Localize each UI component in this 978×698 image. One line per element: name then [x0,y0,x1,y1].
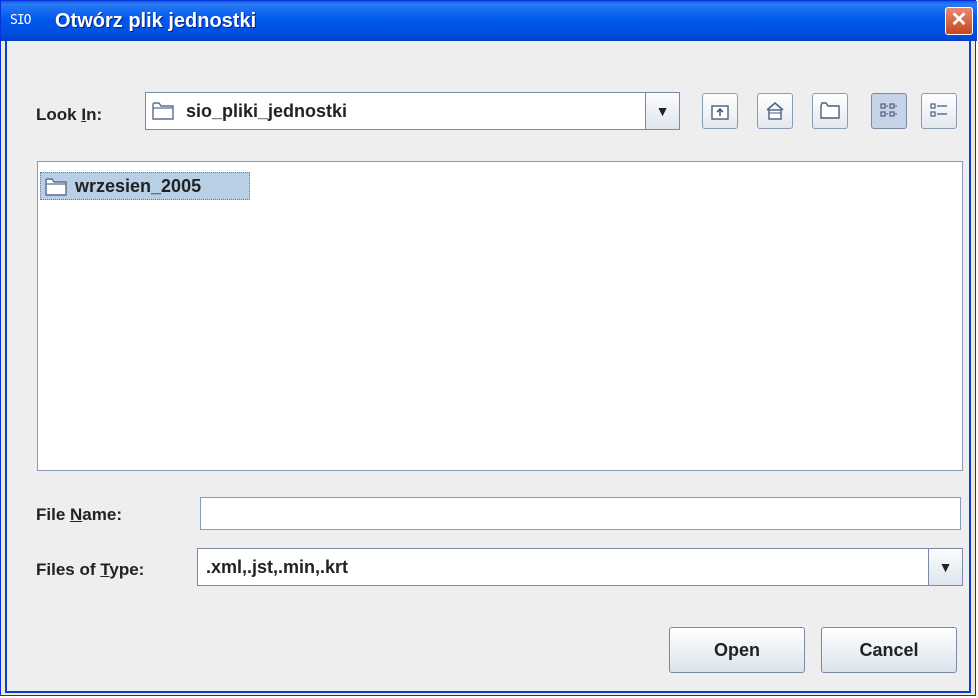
file-name-label-mnemonic: N [70,505,83,524]
look-in-dropdown-button[interactable]: ▼ [645,93,679,129]
list-item[interactable]: wrzesien_2005 [40,172,250,200]
close-icon: ✕ [950,9,968,31]
file-name-label-suffix: ame: [82,505,122,524]
file-name-input[interactable] [200,497,961,530]
open-button[interactable]: Open [669,627,805,673]
file-type-label-prefix: Files of [36,560,101,579]
home-button[interactable] [757,93,793,129]
file-type-dropdown-button[interactable]: ▼ [928,549,962,585]
file-name-label: File Name: [36,505,122,525]
title-bar[interactable]: SIO Otwórz plik jednostki ✕ [1,1,977,41]
close-button[interactable]: ✕ [945,7,973,35]
look-in-combo[interactable]: sio_pliki_jednostki ▼ [145,92,680,130]
folder-icon [152,102,174,120]
list-view-button[interactable] [871,93,907,129]
up-one-level-button[interactable] [702,93,738,129]
dialog-body: Look In: sio_pliki_jednostki ▼ wrzesien_… [5,41,971,693]
new-folder-button[interactable] [812,93,848,129]
file-type-label: Files of Type: [36,560,144,580]
cancel-button[interactable]: Cancel [821,627,957,673]
folder-icon [45,178,67,196]
details-view-button[interactable] [921,93,957,129]
chevron-down-icon: ▼ [655,103,670,119]
app-icon: SIO [10,13,32,28]
file-list[interactable]: wrzesien_2005 [37,161,963,471]
look-in-label-prefix: Look [36,105,82,124]
file-type-label-mnemonic: T [100,560,110,579]
details-view-icon [930,103,947,117]
file-type-label-suffix: ype: [109,560,145,579]
window-title: Otwórz plik jednostki [55,10,257,32]
list-item-label: wrzesien_2005 [75,176,202,196]
file-type-value: .xml,.jst,.min,.krt [206,557,349,577]
folder-up-icon [711,105,729,120]
home-icon [766,102,784,120]
list-view-icon [880,103,897,117]
look-in-value: sio_pliki_jednostki [186,101,348,121]
open-file-dialog: SIO Otwórz plik jednostki ✕ Look In: sio… [0,0,977,696]
file-name-label-prefix: File [36,505,71,524]
look-in-label: Look In: [36,105,102,125]
new-folder-icon [820,102,840,119]
file-type-combo[interactable]: .xml,.jst,.min,.krt ▼ [197,548,963,586]
chevron-down-icon: ▼ [938,559,953,575]
look-in-label-suffix: n: [86,105,103,124]
